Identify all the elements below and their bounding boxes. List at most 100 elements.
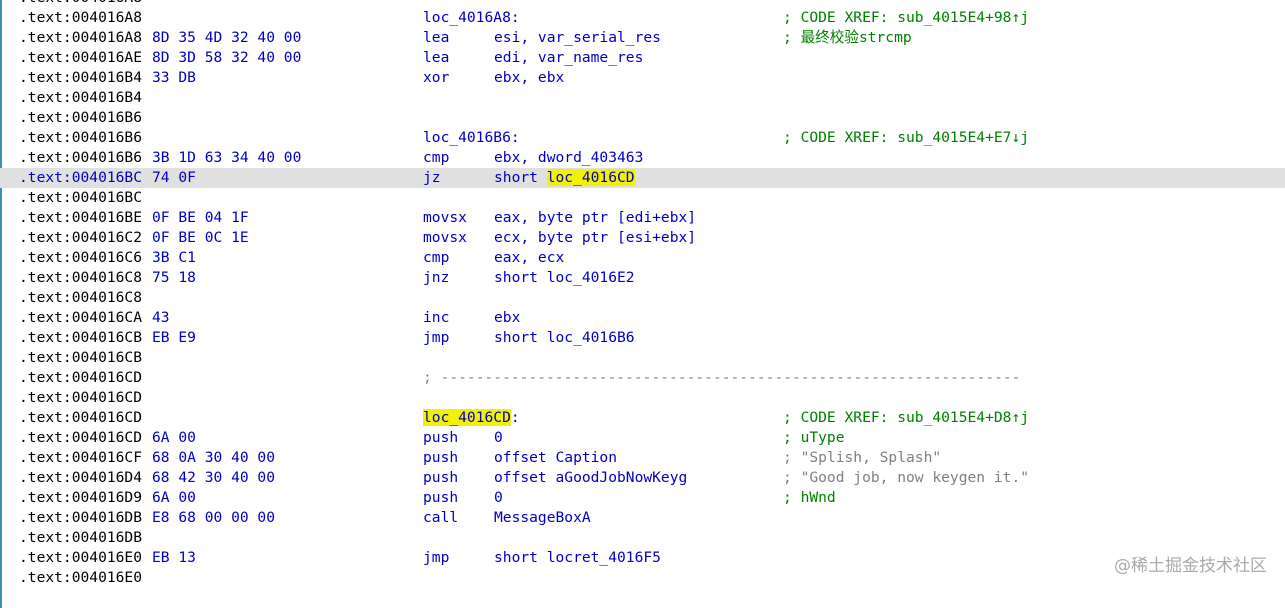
address: .text:004016E0 (19, 549, 143, 566)
code-line[interactable]: .text:004016B4 (0, 88, 1285, 108)
operand[interactable]: esi, var_serial_res (494, 28, 661, 48)
address: .text:004016CB (19, 329, 143, 346)
opcode-bytes: 0F BE 0C 1E (152, 229, 249, 246)
address: .text:004016A8 (19, 0, 142, 8)
address: .text:004016CD (19, 389, 143, 406)
operand[interactable]: eax, byte ptr [edi+ebx] (494, 208, 696, 228)
opcode-bytes: 6A 00 (152, 429, 196, 446)
highlighted-operand[interactable]: loc_4016CD (546, 169, 635, 186)
code-line[interactable]: .text:004016C6 3B C1 cmp eax, ecx (0, 248, 1285, 268)
opcode-bytes: E8 68 00 00 00 (152, 509, 276, 526)
operand[interactable]: ebx, dword_403463 (494, 148, 643, 168)
comment: ; hWnd (783, 489, 836, 506)
comment: ; 最终校验strcmp (783, 29, 912, 46)
comment: ; CODE XREF: sub_4015E4+98↑j (783, 9, 1030, 26)
comment: ; CODE XREF: sub_4015E4+E7↓j (783, 129, 1030, 146)
code-line[interactable]: .text:004016CB (0, 348, 1285, 368)
code-line[interactable]: .text:004016A8 loc_4016A8: ; CODE XREF: su… (0, 8, 1285, 28)
opcode-bytes: 6A 00 (152, 489, 196, 506)
operand[interactable]: MessageBoxA (494, 508, 591, 528)
address: .text:004016CD (19, 429, 143, 446)
code-line[interactable]: .text:004016D9 6A 00 push 0 ; hWnd (0, 488, 1285, 508)
operand[interactable]: ebx (494, 308, 520, 328)
code-line[interactable]: .text:004016DB E8 68 00 00 00 call MessageB… (0, 508, 1285, 528)
mnemonic: movsx (423, 209, 467, 226)
opcode-bytes: 68 0A 30 40 00 (152, 449, 276, 466)
mnemonic: jmp (423, 549, 450, 566)
mnemonic: inc (423, 309, 450, 326)
operand[interactable]: offset Caption (494, 448, 617, 468)
opcode-bytes: 0F BE 04 1F (152, 209, 249, 226)
operand[interactable]: eax, ecx (494, 248, 564, 268)
disassembly-listing: .text:004016A8.text:004016A8loc_4016A8:;… (0, 0, 1285, 588)
mnemonic: push (423, 469, 459, 486)
opcode-bytes: 33 DB (152, 69, 196, 86)
code-line[interactable]: .text:004016B6 (0, 108, 1285, 128)
code-line[interactable]: .text:004016E0 (0, 568, 1285, 588)
operand[interactable]: 0 (494, 488, 503, 508)
operand[interactable]: ebx, ebx (494, 68, 564, 88)
opcode-bytes: 8D 35 4D 32 40 00 (152, 29, 302, 46)
opcode-bytes: 43 (152, 309, 170, 326)
mnemonic: push (423, 489, 459, 506)
address: .text:004016CB (19, 349, 143, 366)
code-line[interactable]: .text:004016BC 74 0F jz short loc_4016CD (0, 168, 1285, 188)
operand[interactable]: edi, var_name_res (494, 48, 643, 68)
code-line[interactable]: .text:004016CD 6A 00 push 0 ; uType (0, 428, 1285, 448)
code-line[interactable]: .text:004016AE 8D 3D 58 32 40 00 lea edi, v… (0, 48, 1285, 68)
address: .text:004016CD (19, 369, 143, 386)
operand[interactable]: short loc_4016E2 (494, 268, 635, 288)
mnemonic: cmp (423, 149, 450, 166)
address: .text:004016A8 (19, 29, 143, 46)
code-line[interactable]: .text:004016B4 33 DB xor ebx, ebx (0, 68, 1285, 88)
code-line[interactable]: .text:004016D4 68 42 30 40 00 push offset a… (0, 468, 1285, 488)
code-line[interactable]: .text:004016B6 loc_4016B6: ; CODE XREF: su… (0, 128, 1285, 148)
code-line[interactable]: .text:004016A8 (0, 0, 1285, 8)
code-label[interactable]: loc_4016B6: (423, 128, 520, 148)
address: .text:004016BE (19, 209, 143, 226)
address: .text:004016CF (19, 449, 143, 466)
code-line[interactable]: .text:004016CA 43 inc ebx (0, 308, 1285, 328)
address: .text:004016B6 (19, 129, 143, 146)
address: .text:004016B6 (19, 109, 143, 126)
address: .text:004016BC (19, 189, 143, 206)
operand[interactable]: ecx, byte ptr [esi+ebx] (494, 228, 696, 248)
code-line[interactable]: .text:004016DB (0, 528, 1285, 548)
code-line[interactable]: .text:004016BC (0, 188, 1285, 208)
comment: ; uType (783, 429, 845, 446)
address: .text:004016B6 (19, 149, 143, 166)
code-line[interactable]: .text:004016CD loc_4016CD: ; CODE XREF: su… (0, 408, 1285, 428)
code-line[interactable]: .text:004016A8 8D 35 4D 32 40 00 lea esi, v… (0, 28, 1285, 48)
code-line[interactable]: .text:004016B6 3B 1D 63 34 40 00 cmp ebx, d… (0, 148, 1285, 168)
mnemonic: push (423, 449, 459, 466)
code-line[interactable]: .text:004016CB EB E9 jmp short loc_4016B6 (0, 328, 1285, 348)
code-line[interactable]: .text:004016CD (0, 388, 1285, 408)
operand[interactable]: short locret_4016F5 (494, 548, 661, 568)
mnemonic: movsx (423, 229, 467, 246)
address: .text:004016C8 (19, 289, 143, 306)
disassembly-view[interactable]: .text:004016A8.text:004016A8loc_4016A8:;… (0, 0, 1285, 608)
address: .text:004016AE (19, 49, 143, 66)
mnemonic: xor (423, 69, 450, 86)
code-line[interactable]: .text:004016CF 68 0A 30 40 00 push offset C… (0, 448, 1285, 468)
mnemonic: lea (423, 49, 450, 66)
code-line[interactable]: .text:004016C2 0F BE 0C 1E movsx ecx, byte … (0, 228, 1285, 248)
code-label[interactable]: loc_4016A8: (423, 8, 520, 28)
operand[interactable]: offset aGoodJobNowKeyg (494, 468, 687, 488)
code-line[interactable]: .text:004016CD ; ------------------------… (0, 368, 1285, 388)
operand[interactable]: 0 (494, 428, 503, 448)
address: .text:004016D4 (19, 469, 143, 486)
opcode-bytes: 68 42 30 40 00 (152, 469, 276, 486)
code-line[interactable]: .text:004016E0 EB 13 jmp short locret_4016F… (0, 548, 1285, 568)
code-line[interactable]: .text:004016C8 75 18 jnz short loc_4016E2 (0, 268, 1285, 288)
operand[interactable]: short loc_4016B6 (494, 328, 635, 348)
string-comment: ; "Good job, now keygen it." (783, 469, 1030, 486)
mnemonic: jmp (423, 329, 450, 346)
opcode-bytes: EB E9 (152, 329, 196, 346)
code-line[interactable]: .text:004016C8 (0, 288, 1285, 308)
code-line[interactable]: .text:004016BE 0F BE 04 1F movsx eax, byte … (0, 208, 1285, 228)
operand[interactable]: short loc_4016CD (494, 168, 635, 188)
code-label[interactable]: loc_4016CD: (423, 408, 520, 428)
address: .text:004016DB (19, 529, 143, 546)
highlighted-label[interactable]: loc_4016CD (423, 409, 511, 426)
